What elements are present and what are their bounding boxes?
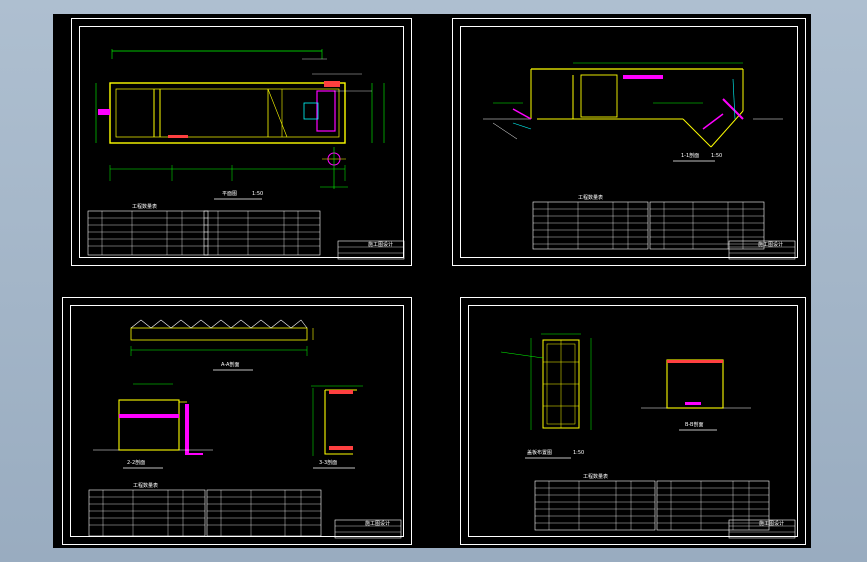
title-block-plan: 施工图设计 bbox=[368, 242, 394, 248]
table-title-cover-plate: 工程数量表 bbox=[583, 474, 609, 480]
view-title-b-b: B-B剖面 bbox=[685, 422, 704, 428]
title-block-section-2: 施工图设计 bbox=[365, 521, 391, 527]
view-title-a-a: A-A剖面 bbox=[221, 362, 240, 368]
scale-plan: 1:50 bbox=[252, 191, 264, 197]
table-title-section-1: 工程数量表 bbox=[578, 195, 604, 201]
scale-section-1: 1:50 bbox=[711, 153, 723, 159]
plan-drawing bbox=[87, 49, 405, 260]
view-title-cover-plate: 盖板布置图 bbox=[527, 450, 553, 456]
sheet-plan[interactable]: 平面图 1:50 工程数量表 施工图设计 bbox=[71, 18, 412, 266]
title-block-cover-plate: 施工图设计 bbox=[759, 521, 785, 527]
section-1-drawing bbox=[483, 62, 796, 260]
view-title-3-3: 3-3剖面 bbox=[319, 460, 338, 466]
view-title-2-2: 2-2剖面 bbox=[127, 460, 146, 466]
scale-cover-plate: 1:50 bbox=[573, 450, 585, 456]
cover-plate-drawing bbox=[500, 333, 796, 539]
table-title-plan: 工程数量表 bbox=[132, 204, 158, 210]
view-title-plan: 平面图 bbox=[222, 191, 238, 197]
drawing-canvas: 平面图 1:50 工程数量表 施工图设计 1-1剖面 1:50 工程数量表 施工… bbox=[53, 14, 811, 548]
sheet-cover-plate[interactable]: 盖板布置图 1:50 B-B剖面 工程数量表 施工图设计 bbox=[460, 297, 806, 545]
view-title-section-1: 1-1剖面 bbox=[681, 153, 700, 159]
title-block-section-1: 施工图设计 bbox=[758, 242, 784, 248]
sheet-section-2[interactable]: A-A剖面 2-2剖面 3-3剖面 工程数量表 施工图设计 bbox=[62, 297, 412, 545]
table-title-section-2: 工程数量表 bbox=[133, 483, 159, 489]
sheet-section-1[interactable]: 1-1剖面 1:50 工程数量表 施工图设计 bbox=[452, 18, 806, 266]
section-2-drawing bbox=[88, 319, 402, 539]
